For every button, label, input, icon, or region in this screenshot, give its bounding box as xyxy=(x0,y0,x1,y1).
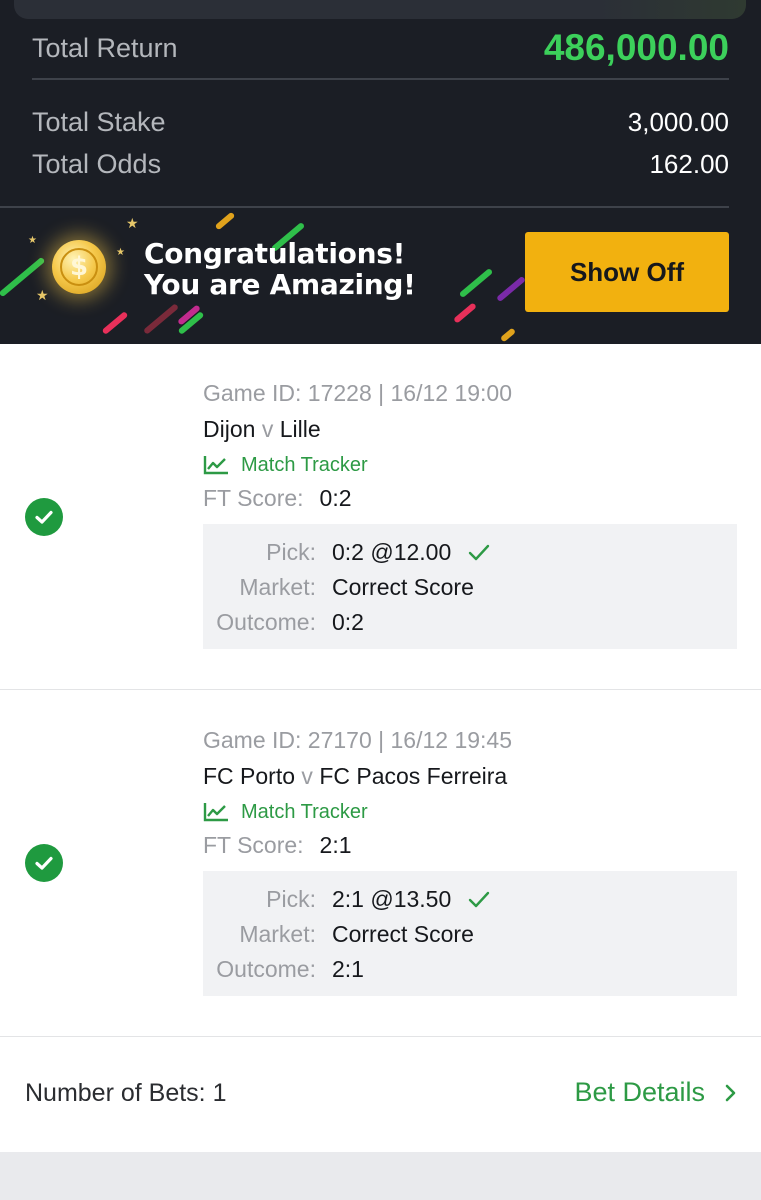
collapsed-panel-edge xyxy=(14,0,746,19)
line-chart-icon xyxy=(203,456,228,475)
bet-details-label: Bet Details xyxy=(574,1077,705,1107)
pick-value: 0:2 @12.00 xyxy=(332,539,452,565)
outcome-row: Outcome: 0:2 xyxy=(203,605,737,640)
total-return-value: 486,000.00 xyxy=(543,27,729,68)
bet-list: Game ID: 17228 | 16/12 19:00 Dijon v Lil… xyxy=(0,344,761,1152)
chevron-right-icon xyxy=(725,1084,736,1101)
total-odds-row: Total Odds 162.00 xyxy=(32,144,729,184)
total-stake-label: Total Stake xyxy=(32,106,166,137)
congratulations-line2: You are Amazing! xyxy=(144,268,416,301)
market-row: Market: Correct Score xyxy=(203,570,737,605)
bet-summary-panel: Total Return 486,000.00 Total Stake 3,00… xyxy=(0,0,761,344)
won-check-icon xyxy=(25,844,63,882)
match-teams: FC Porto v FC Pacos Ferreira xyxy=(203,763,737,793)
total-stake-value: 3,000.00 xyxy=(627,106,729,137)
pick-row: Pick: 2:1 @13.50 xyxy=(203,882,737,917)
line-chart-icon xyxy=(203,803,228,822)
bet-info: Game ID: 27170 | 16/12 19:45 FC Porto v … xyxy=(203,727,737,996)
total-return-row: Total Return 486,000.00 xyxy=(32,26,729,70)
total-return-label: Total Return xyxy=(32,32,178,63)
market-label: Market: xyxy=(239,574,316,600)
game-meta: Game ID: 17228 | 16/12 19:00 xyxy=(203,380,513,406)
confetti-streak xyxy=(214,211,236,231)
checkmark-icon xyxy=(469,891,490,907)
star-icon: ★ xyxy=(36,287,49,303)
match-tracker-label: Match Tracker xyxy=(241,453,368,476)
star-icon: ★ xyxy=(116,247,125,258)
outcome-value: 0:2 xyxy=(332,609,364,635)
market-value: Correct Score xyxy=(332,574,474,600)
market-value: Correct Score xyxy=(332,921,474,947)
away-team: FC Pacos Ferreira xyxy=(319,763,508,789)
bet-footer: Number of Bets: 1 Bet Details xyxy=(0,1037,761,1152)
bet-info: Game ID: 17228 | 16/12 19:00 Dijon v Lil… xyxy=(203,380,737,649)
pick-label: Pick: xyxy=(266,539,316,565)
dollar-coin-icon: $ xyxy=(52,240,106,294)
bet-item: Game ID: 17228 | 16/12 19:00 Dijon v Lil… xyxy=(0,344,761,690)
ft-score-value: 0:2 xyxy=(319,485,352,511)
pick-details: Pick: 2:1 @13.50 Market: Correct Score O… xyxy=(203,871,737,996)
away-team: Lille xyxy=(279,416,321,442)
confetti-streak xyxy=(142,303,180,335)
outcome-label: Outcome: xyxy=(216,956,316,982)
ft-score-row: FT Score: 0:2 xyxy=(203,485,737,515)
confetti-streak xyxy=(496,275,526,303)
home-team: Dijon xyxy=(203,416,256,442)
divider xyxy=(32,78,729,80)
ft-score-value: 2:1 xyxy=(319,832,352,858)
congratulations-line1: Congratulations! xyxy=(144,237,406,270)
market-label: Market: xyxy=(239,921,316,947)
versus-label: v xyxy=(261,416,274,442)
versus-label: v xyxy=(301,763,313,789)
game-meta: Game ID: 27170 | 16/12 19:45 xyxy=(203,727,513,753)
outcome-label: Outcome: xyxy=(216,609,316,635)
market-row: Market: Correct Score xyxy=(203,917,737,952)
confetti-streak xyxy=(101,311,129,335)
pick-label: Pick: xyxy=(266,886,316,912)
number-of-bets: Number of Bets: 1 xyxy=(25,1079,227,1107)
confetti-streak xyxy=(458,267,494,299)
pick-value: 2:1 @13.50 xyxy=(332,886,452,912)
ft-score-label: FT Score: xyxy=(203,485,304,511)
checkmark-icon xyxy=(469,544,490,560)
pick-details: Pick: 0:2 @12.00 Market: Correct Score O… xyxy=(203,524,737,649)
congratulations-text: Congratulations! You are Amazing! xyxy=(144,238,416,300)
pick-row: Pick: 0:2 @12.00 xyxy=(203,535,737,570)
congratulations-banner: ★ ★ ★ ★ $ Congratulations! You are Amazi… xyxy=(0,208,761,344)
star-icon: ★ xyxy=(126,215,139,231)
total-odds-label: Total Odds xyxy=(32,148,162,179)
bet-item: Game ID: 27170 | 16/12 19:45 FC Porto v … xyxy=(0,690,761,1036)
match-teams: Dijon v Lille xyxy=(203,416,737,446)
outcome-value: 2:1 xyxy=(332,956,364,982)
ft-score-label: FT Score: xyxy=(203,832,304,858)
star-icon: ★ xyxy=(28,235,37,246)
total-odds-value: 162.00 xyxy=(649,148,729,179)
confetti-streak xyxy=(499,327,517,343)
total-stake-row: Total Stake 3,000.00 xyxy=(32,102,729,142)
home-team: FC Porto xyxy=(203,763,296,789)
outcome-row: Outcome: 2:1 xyxy=(203,952,737,987)
confetti-streak xyxy=(453,302,477,324)
match-tracker-label: Match Tracker xyxy=(241,800,368,823)
won-check-icon xyxy=(25,498,63,536)
bet-details-link[interactable]: Bet Details xyxy=(574,1077,737,1108)
match-tracker-link[interactable]: Match Tracker xyxy=(203,798,737,826)
show-off-button[interactable]: Show Off xyxy=(525,232,729,312)
ft-score-row: FT Score: 2:1 xyxy=(203,832,737,862)
dollar-sign-icon: $ xyxy=(60,248,98,286)
match-tracker-link[interactable]: Match Tracker xyxy=(203,451,737,479)
